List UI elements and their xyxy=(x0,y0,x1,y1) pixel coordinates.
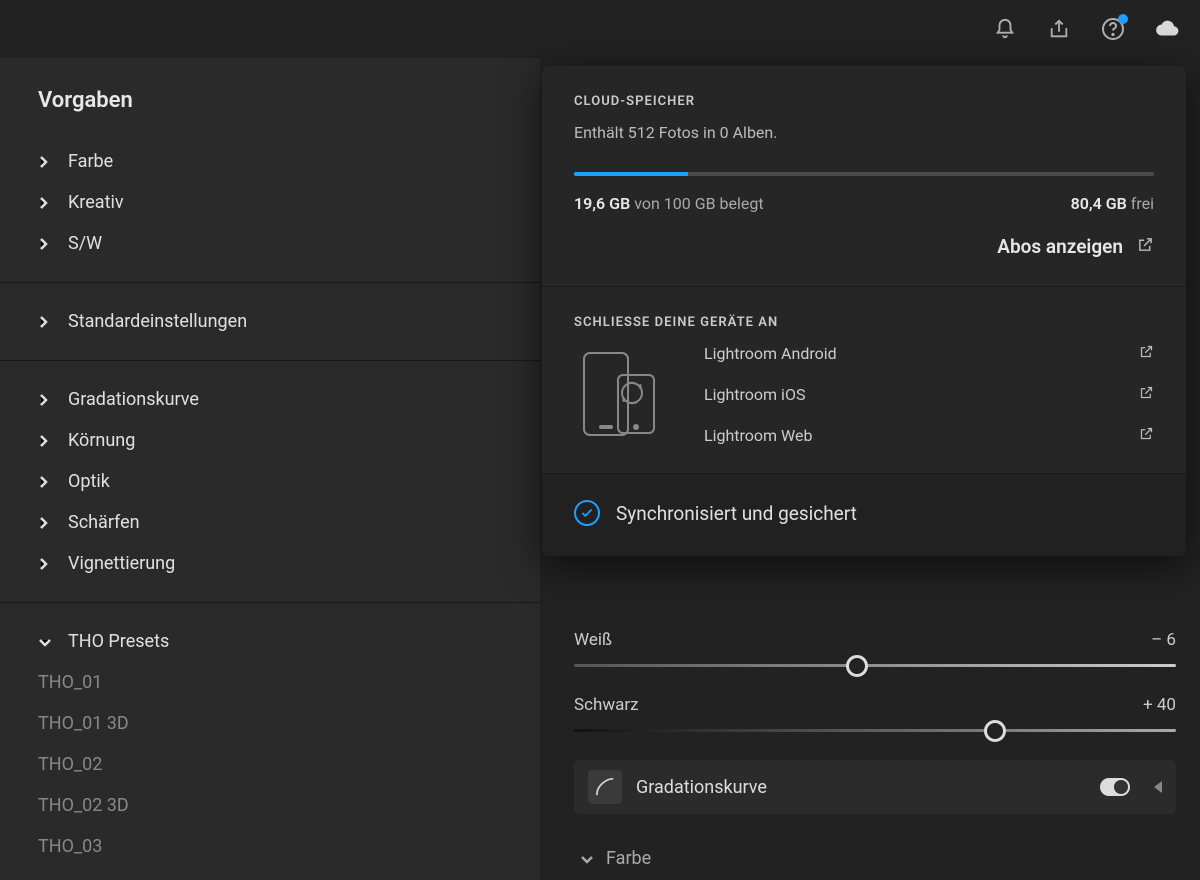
preset-category-label: Schärfen xyxy=(68,512,140,533)
preset-category-sw[interactable]: S/W xyxy=(0,223,540,264)
notification-dot xyxy=(1118,14,1128,24)
chevron-right-icon xyxy=(38,516,52,530)
device-link-label: Lightroom Android xyxy=(704,344,837,363)
chevron-down-icon xyxy=(580,848,594,869)
color-section-label: Farbe xyxy=(606,848,651,869)
preset-category-label: Farbe xyxy=(68,151,113,172)
slider-track[interactable] xyxy=(574,664,1176,667)
preset-category-sharpen[interactable]: Schärfen xyxy=(0,502,540,543)
external-link-icon xyxy=(1139,344,1154,363)
sidebar-title: Vorgaben xyxy=(0,88,540,141)
divider xyxy=(0,282,540,283)
storage-free-suffix: frei xyxy=(1131,194,1154,213)
storage-bar-fill xyxy=(574,172,688,176)
slider-thumb[interactable] xyxy=(984,720,1006,742)
preset-category-label: Kreativ xyxy=(68,192,124,213)
share-icon[interactable] xyxy=(1046,16,1072,42)
sync-status-section: Synchronisiert und gesichert xyxy=(542,474,1186,556)
slider-label: Weiß xyxy=(574,630,612,650)
storage-bar xyxy=(574,172,1154,176)
storage-used-suffix: von 100 GB belegt xyxy=(634,194,763,213)
external-link-icon xyxy=(1139,385,1154,404)
user-presets-label: THO Presets xyxy=(68,631,169,652)
devices-illustration-icon xyxy=(574,345,674,445)
chevron-right-icon xyxy=(38,557,52,571)
show-subscriptions-link[interactable]: Abos anzeigen xyxy=(574,235,1154,258)
slider-track[interactable] xyxy=(574,729,1176,732)
devices-title: SCHLIESSE DEINE GERÄTE AN xyxy=(574,315,1154,330)
device-link-label: Lightroom Web xyxy=(704,426,812,445)
chevron-right-icon xyxy=(38,475,52,489)
chevron-right-icon xyxy=(38,196,52,210)
chevron-right-icon xyxy=(38,237,52,251)
chevron-right-icon xyxy=(38,434,52,448)
preset-item[interactable]: THO_01 xyxy=(0,662,540,703)
slider-schwarz: Schwarz + 40 xyxy=(574,695,1176,732)
chevron-right-icon xyxy=(38,315,52,329)
chevron-right-icon xyxy=(38,393,52,407)
color-section-row[interactable]: Farbe xyxy=(574,848,1176,869)
preset-item[interactable]: THO_01 3D xyxy=(0,703,540,744)
preset-category-grain[interactable]: Körnung xyxy=(0,420,540,461)
curve-toggle[interactable] xyxy=(1100,778,1130,796)
collapse-arrow-icon[interactable] xyxy=(1154,781,1162,793)
preset-item[interactable]: THO_02 3D xyxy=(0,785,540,826)
slider-value: + 40 xyxy=(1143,695,1176,715)
sync-check-icon xyxy=(574,500,600,526)
preset-category-label: Gradationskurve xyxy=(68,389,199,410)
divider xyxy=(0,602,540,603)
device-link-label: Lightroom iOS xyxy=(704,385,805,404)
curve-section-label: Gradationskurve xyxy=(636,777,1086,798)
slider-value: – 6 xyxy=(1151,630,1176,650)
storage-used-value: 19,6 GB xyxy=(574,194,630,213)
cloud-icon[interactable] xyxy=(1154,16,1180,42)
device-link-web[interactable]: Lightroom Web xyxy=(704,426,1154,445)
topbar xyxy=(0,0,1200,58)
preset-category-curve[interactable]: Gradationskurve xyxy=(0,379,540,420)
preset-category-label: Standardeinstellungen xyxy=(68,311,247,332)
chevron-right-icon xyxy=(38,155,52,169)
device-link-android[interactable]: Lightroom Android xyxy=(704,344,1154,363)
cloud-title: CLOUD-SPEICHER xyxy=(574,94,1154,109)
bell-icon[interactable] xyxy=(992,16,1018,42)
cloud-subtitle: Enthält 512 Fotos in 0 Alben. xyxy=(574,123,1154,142)
storage-free-value: 80,4 GB xyxy=(1071,194,1127,213)
help-icon[interactable] xyxy=(1100,16,1126,42)
preset-item[interactable]: THO_02 xyxy=(0,744,540,785)
device-link-ios[interactable]: Lightroom iOS xyxy=(704,385,1154,404)
slider-weiss: Weiß – 6 xyxy=(574,630,1176,667)
preset-category-farbe[interactable]: Farbe xyxy=(0,141,540,182)
preset-category-vignette[interactable]: Vignettierung xyxy=(0,543,540,584)
sync-status-label: Synchronisiert und gesichert xyxy=(616,502,857,525)
divider xyxy=(0,360,540,361)
preset-category-defaults[interactable]: Standardeinstellungen xyxy=(0,301,540,342)
external-link-icon xyxy=(1139,426,1154,445)
preset-category-label: S/W xyxy=(68,233,102,254)
slider-thumb[interactable] xyxy=(846,655,868,677)
storage-text-row: 19,6 GB von 100 GB belegt 80,4 GB frei xyxy=(574,194,1154,213)
preset-category-label: Vignettierung xyxy=(68,553,175,574)
user-presets-header[interactable]: THO Presets xyxy=(0,621,540,662)
curve-section-row[interactable]: Gradationskurve xyxy=(574,760,1176,814)
chevron-down-icon xyxy=(38,637,52,647)
curve-icon xyxy=(588,770,622,804)
external-link-icon xyxy=(1137,235,1154,258)
preset-category-optics[interactable]: Optik xyxy=(0,461,540,502)
slider-label: Schwarz xyxy=(574,695,639,715)
presets-sidebar: Vorgaben Farbe Kreativ S/W Standardeinst… xyxy=(0,58,540,880)
abos-label: Abos anzeigen xyxy=(997,235,1123,258)
preset-category-label: Körnung xyxy=(68,430,135,451)
preset-category-label: Optik xyxy=(68,471,110,492)
preset-item[interactable]: THO_03 xyxy=(0,826,540,867)
cloud-storage-popover: CLOUD-SPEICHER Enthält 512 Fotos in 0 Al… xyxy=(542,66,1186,556)
preset-category-kreativ[interactable]: Kreativ xyxy=(0,182,540,223)
